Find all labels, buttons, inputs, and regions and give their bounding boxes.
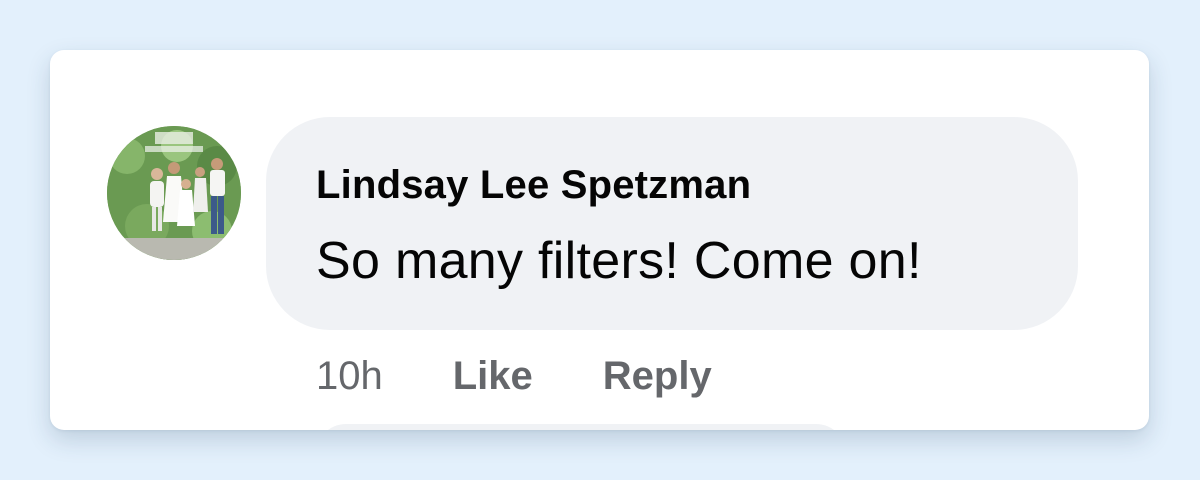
- comment-actions: 10h Like Reply: [316, 348, 712, 404]
- profile-photo-icon: [107, 126, 241, 260]
- like-button[interactable]: Like: [453, 354, 533, 399]
- comment-text: So many filters! Come on!: [316, 232, 922, 290]
- next-comment-bubble: [316, 424, 846, 430]
- comment-bubble: Lindsay Lee Spetzman So many filters! Co…: [266, 117, 1078, 330]
- comment-card: Lindsay Lee Spetzman So many filters! Co…: [50, 50, 1149, 430]
- reply-button[interactable]: Reply: [603, 354, 712, 399]
- comment-timestamp[interactable]: 10h: [316, 354, 383, 399]
- comment-author-name[interactable]: Lindsay Lee Spetzman: [316, 163, 751, 208]
- avatar[interactable]: [107, 126, 241, 260]
